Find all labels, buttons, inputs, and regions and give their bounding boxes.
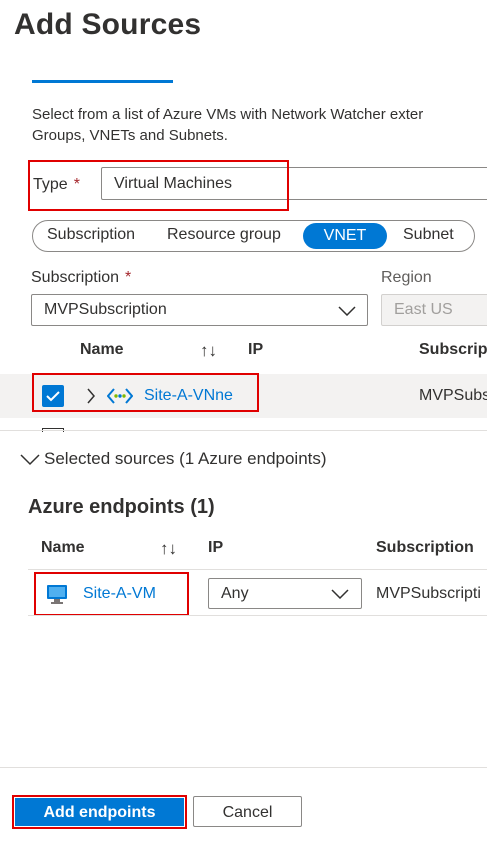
region-dropdown: East US [381,294,487,326]
resource-subscription: MVPSubs [419,387,487,404]
title-accent-underline [32,80,173,83]
table-row-divider [28,615,487,616]
divider [0,430,487,431]
column-header-ip: IP [248,341,264,358]
column-header-name[interactable]: Name [80,341,124,359]
endpoint-subscription: MVPSubscripti [376,585,481,602]
description-line-2: Groups, VNETs and Subnets. [32,127,228,144]
selected-sources-label: Selected sources (1 Azure endpoints) [44,449,327,468]
column-header-subscription: Subscription [376,539,474,556]
subscription-dropdown-value: MVPSubscription [44,301,167,318]
row-highlight-box [32,373,259,412]
sort-icon[interactable]: ↑↓ [160,539,177,559]
column-header-name[interactable]: Name [41,539,85,557]
tab-subscription[interactable]: Subscription [47,226,135,244]
ip-dropdown[interactable]: Any [208,578,362,609]
tab-subnet[interactable]: Subnet [403,226,454,244]
endpoint-highlight-box [34,572,189,616]
tab-vnet[interactable]: VNET [303,223,387,249]
description-line-1: Select from a list of Azure VMs with Net… [32,106,424,123]
chevron-down-icon [338,306,356,316]
region-label: Region [381,269,432,286]
chevron-down-icon [331,589,349,599]
sort-icon[interactable]: ↑↓ [200,341,217,361]
ip-dropdown-value: Any [221,585,249,602]
column-header-ip: IP [208,539,224,556]
footer-divider [0,767,487,768]
tab-resource-group[interactable]: Resource group [167,226,281,244]
chevron-down-icon [20,453,40,465]
button-highlight-box [12,795,187,829]
endpoints-heading: Azure endpoints (1) [28,496,215,518]
column-header-subscription: Subscrip [419,341,487,358]
type-highlight-box [28,160,289,211]
cancel-button[interactable]: Cancel [193,796,302,827]
panel-description: Select from a list of Azure VMs with Net… [32,104,487,146]
selected-sources-toggle[interactable]: Selected sources (1 Azure endpoints) [20,449,327,469]
panel-title: Add Sources [14,8,202,41]
filter-segmented-control: Subscription Resource group VNET Subnet [32,220,475,252]
subscription-label: Subscription * [31,269,131,287]
region-dropdown-value: East US [394,301,453,318]
table-header-divider [28,569,487,570]
required-asterisk: * [125,269,132,286]
subscription-label-text: Subscription [31,269,120,286]
subscription-dropdown[interactable]: MVPSubscription [31,294,368,326]
